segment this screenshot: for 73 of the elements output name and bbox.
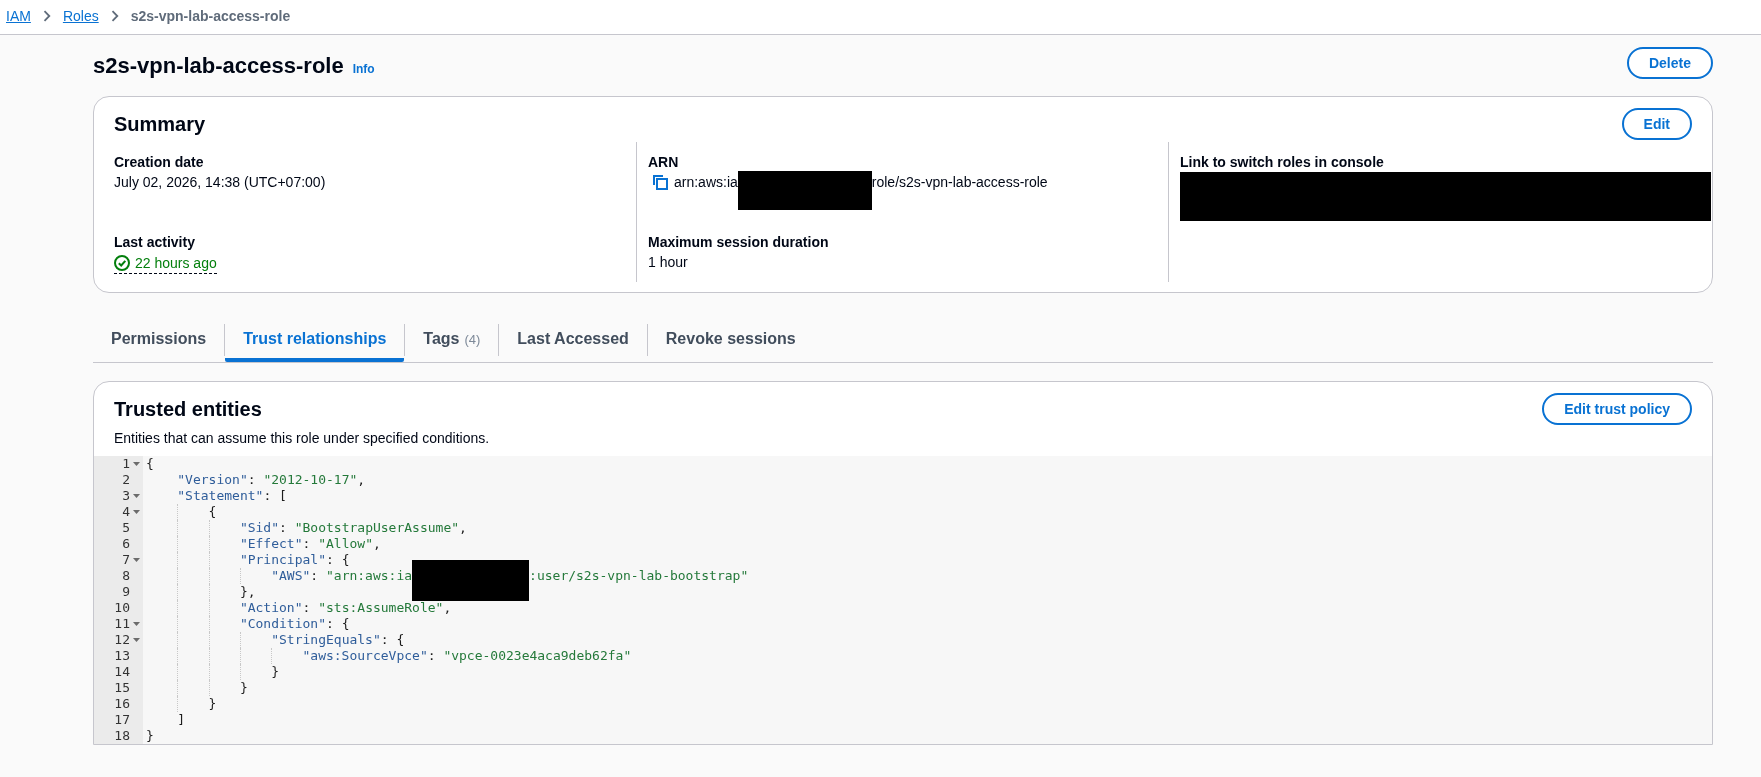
card-description: Entities that can assume this role under specified conditions. — [114, 429, 490, 447]
field-value: 1 hour — [648, 253, 688, 272]
line-number: 17 — [114, 712, 130, 728]
field-label: Maximum session duration — [648, 233, 829, 252]
line-number: 5 — [122, 520, 130, 536]
line-number: 10 — [114, 600, 130, 616]
page-title: s2s-vpn-lab-access-role — [93, 51, 344, 80]
field-label: Last activity — [114, 233, 195, 252]
line-number: 3 — [122, 488, 130, 504]
code-text: :user/s2s-vpn-lab-bootstrap" — [529, 568, 749, 584]
info-link[interactable]: Info — [352, 59, 375, 78]
line-number: 13 — [114, 648, 130, 664]
code-text: "Version": "2012-10-17", — [177, 472, 366, 488]
line-number: 1 — [122, 456, 130, 472]
line-number: 16 — [114, 696, 130, 712]
field-label: ARN — [648, 153, 679, 172]
code-text: "AWS": "arn:aws:ia — [271, 568, 413, 584]
line-number: 6 — [122, 536, 130, 552]
code-text: "Sid": "BootstrapUserAssume", — [239, 520, 467, 536]
field-value: arn:aws:ia — [674, 173, 738, 192]
code-text: "Condition": { — [239, 616, 350, 632]
breadcrumb-link[interactable]: IAM — [6, 5, 31, 26]
edit-button[interactable]: Edit — [1621, 108, 1692, 140]
fold-caret-icon[interactable] — [133, 494, 140, 498]
breadcrumb-current: s2s-vpn-lab-access-role — [130, 6, 291, 26]
line-number: 8 — [122, 568, 130, 584]
code-text: ] — [177, 712, 186, 728]
code-text: } — [239, 680, 248, 696]
card-heading: Summary — [114, 112, 206, 137]
fold-caret-icon[interactable] — [133, 462, 140, 466]
tab[interactable]: Revoke sessions — [647, 317, 814, 362]
code-text: "Action": "sts:AssumeRole", — [239, 600, 452, 616]
line-number: 18 — [114, 728, 130, 744]
line-number: 9 — [122, 584, 130, 600]
code-text: "aws:SourceVpce": "vpce-0023e4aca9deb62fa" — [302, 648, 632, 664]
code-text: "Principal": { — [239, 552, 350, 568]
fold-caret-icon[interactable] — [133, 510, 140, 514]
line-number: 11 — [114, 616, 130, 632]
code-text: } — [271, 664, 279, 680]
line-number: 15 — [114, 680, 130, 696]
check-circle-icon — [114, 254, 130, 271]
tab[interactable]: Trust relationships — [225, 317, 405, 362]
breadcrumb-link[interactable]: Roles — [62, 5, 99, 26]
fold-caret-icon[interactable] — [133, 638, 140, 642]
code-text: "Effect": "Allow", — [239, 536, 381, 552]
field-label: Link to switch roles in console — [1180, 153, 1384, 172]
tab[interactable]: Tags (4) — [405, 317, 499, 362]
chevron-right-icon — [110, 9, 119, 22]
code-text: } — [208, 696, 217, 712]
code-text: "Statement": [ — [177, 488, 287, 504]
code-text: { — [208, 504, 217, 520]
card-heading: Trusted entities — [114, 397, 262, 422]
tab[interactable]: Last Accessed — [499, 317, 647, 362]
copy-icon[interactable] — [652, 174, 668, 190]
tab[interactable]: Permissions — [93, 317, 225, 362]
field-label: Creation date — [114, 153, 204, 172]
field-value: role/s2s-vpn-lab-access-role — [871, 173, 1048, 192]
line-number: 2 — [122, 472, 130, 488]
last-activity-link[interactable]: 22 hours ago — [114, 252, 217, 274]
code-text: "StringEquals": { — [271, 632, 405, 648]
chevron-right-icon — [42, 9, 51, 22]
code-text: { — [146, 456, 154, 472]
delete-button[interactable]: Delete — [1626, 47, 1713, 79]
fold-caret-icon[interactable] — [133, 558, 140, 562]
line-number: 12 — [114, 632, 130, 648]
fold-caret-icon[interactable] — [133, 622, 140, 626]
field-value: July 02, 2026, 14:38 (UTC+07:00) — [114, 173, 326, 192]
code-text: } — [146, 728, 154, 744]
line-number: 7 — [122, 552, 130, 568]
line-number: 14 — [114, 664, 130, 680]
edit-trust-policy-button[interactable]: Edit trust policy — [1542, 393, 1692, 425]
code-text: }, — [239, 584, 256, 600]
line-number: 4 — [122, 504, 130, 520]
